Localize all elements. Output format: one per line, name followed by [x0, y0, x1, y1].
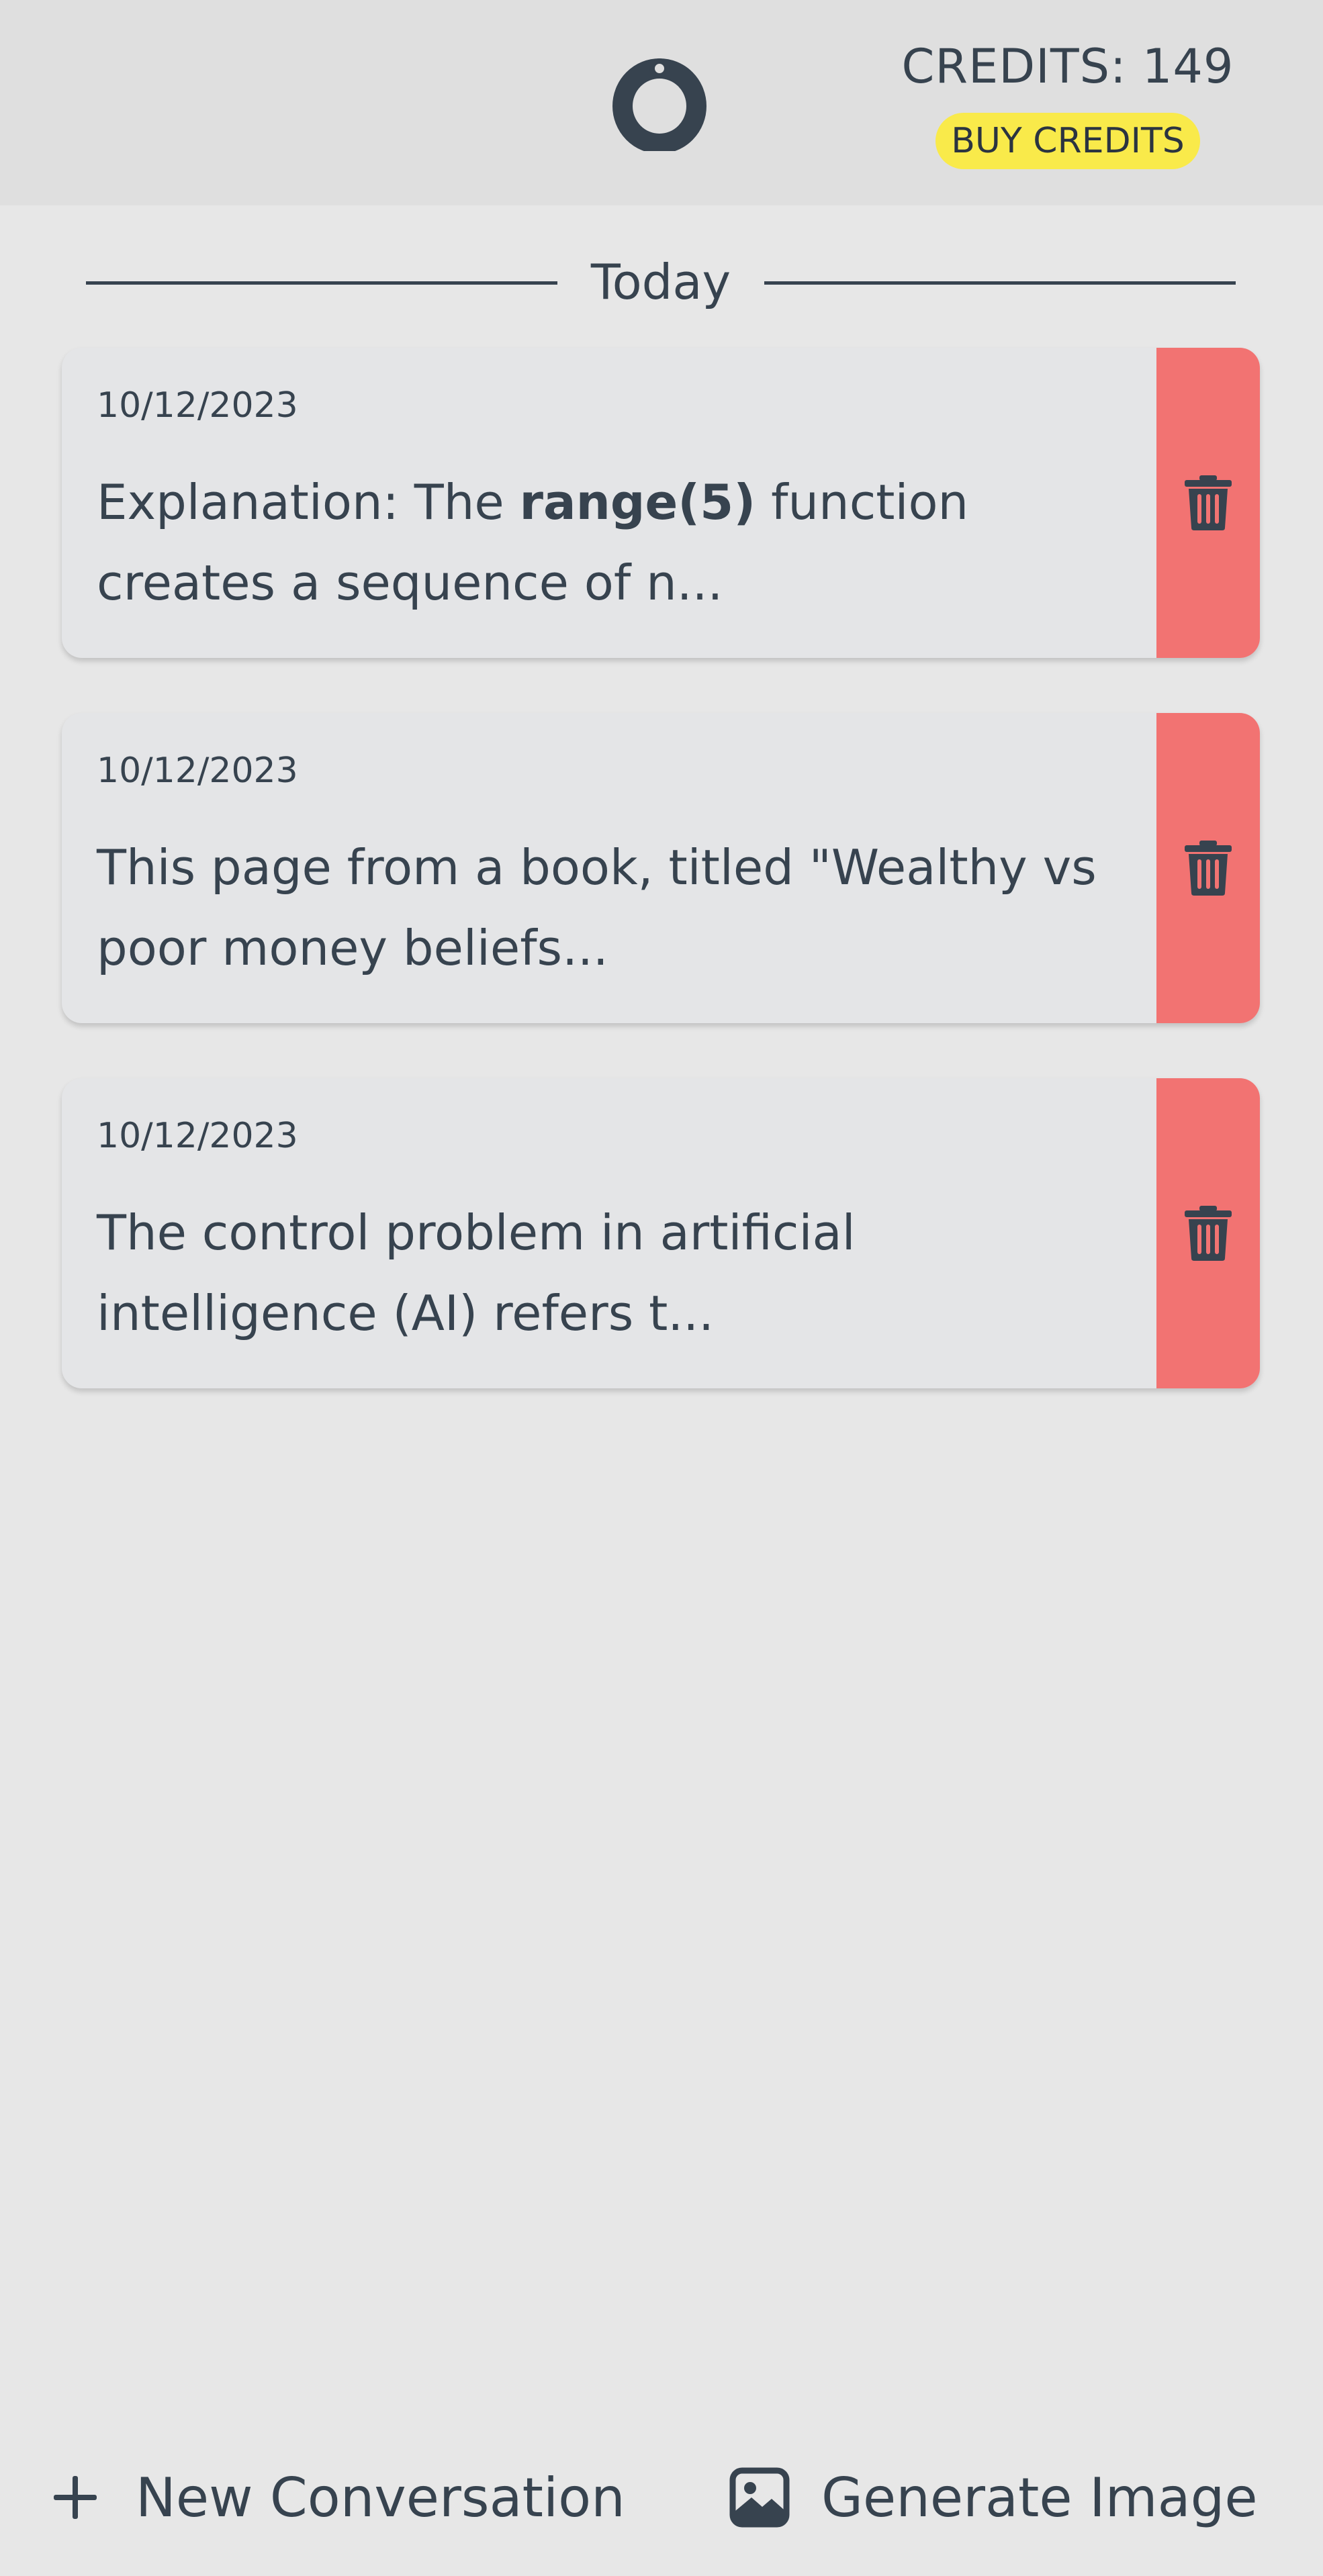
app-header: CREDITS: 149 BUY CREDITS — [0, 0, 1323, 205]
delete-conversation-button[interactable] — [1156, 348, 1260, 658]
buy-credits-button[interactable]: BUY CREDITS — [936, 113, 1200, 169]
conversation-date: 10/12/2023 — [97, 1116, 298, 1156]
preview-code-bold: range(5) — [519, 474, 756, 530]
conversation-card[interactable]: 10/12/2023 The control problem in artifi… — [62, 1078, 1260, 1388]
divider-line-left — [86, 281, 557, 285]
conversation-card[interactable]: 10/12/2023 Explanation: The range(5) fun… — [62, 348, 1260, 658]
new-conversation-button[interactable]: New Conversation — [50, 2457, 625, 2538]
date-section-label: Today — [590, 254, 731, 310]
plus-icon — [50, 2472, 101, 2523]
conversation-preview: The control problem in artificial intell… — [97, 1204, 856, 1341]
new-conversation-label: New Conversation — [136, 2466, 625, 2529]
divider-line-right — [764, 281, 1236, 285]
credits-count: CREDITS: 149 — [901, 39, 1234, 94]
trash-icon — [1185, 841, 1232, 896]
conversation-date: 10/12/2023 — [97, 385, 298, 426]
conversation-preview: This page from a book, titled "Wealthy v… — [97, 839, 1097, 976]
trash-icon — [1185, 1206, 1232, 1261]
generate-image-button[interactable]: Generate Image — [729, 2457, 1258, 2538]
trash-icon — [1185, 475, 1232, 530]
conversation-date: 10/12/2023 — [97, 751, 298, 791]
image-icon — [729, 2467, 790, 2528]
generate-image-label: Generate Image — [821, 2466, 1258, 2529]
date-section-divider: Today — [86, 248, 1236, 316]
conversation-preview: Explanation: The range(5) function creat… — [97, 462, 1104, 623]
ring-logo-icon — [612, 58, 706, 151]
delete-conversation-button[interactable] — [1156, 1078, 1260, 1388]
conversation-card[interactable]: 10/12/2023 This page from a book, titled… — [62, 713, 1260, 1023]
delete-conversation-button[interactable] — [1156, 713, 1260, 1023]
preview-text: Explanation: The — [97, 474, 520, 530]
